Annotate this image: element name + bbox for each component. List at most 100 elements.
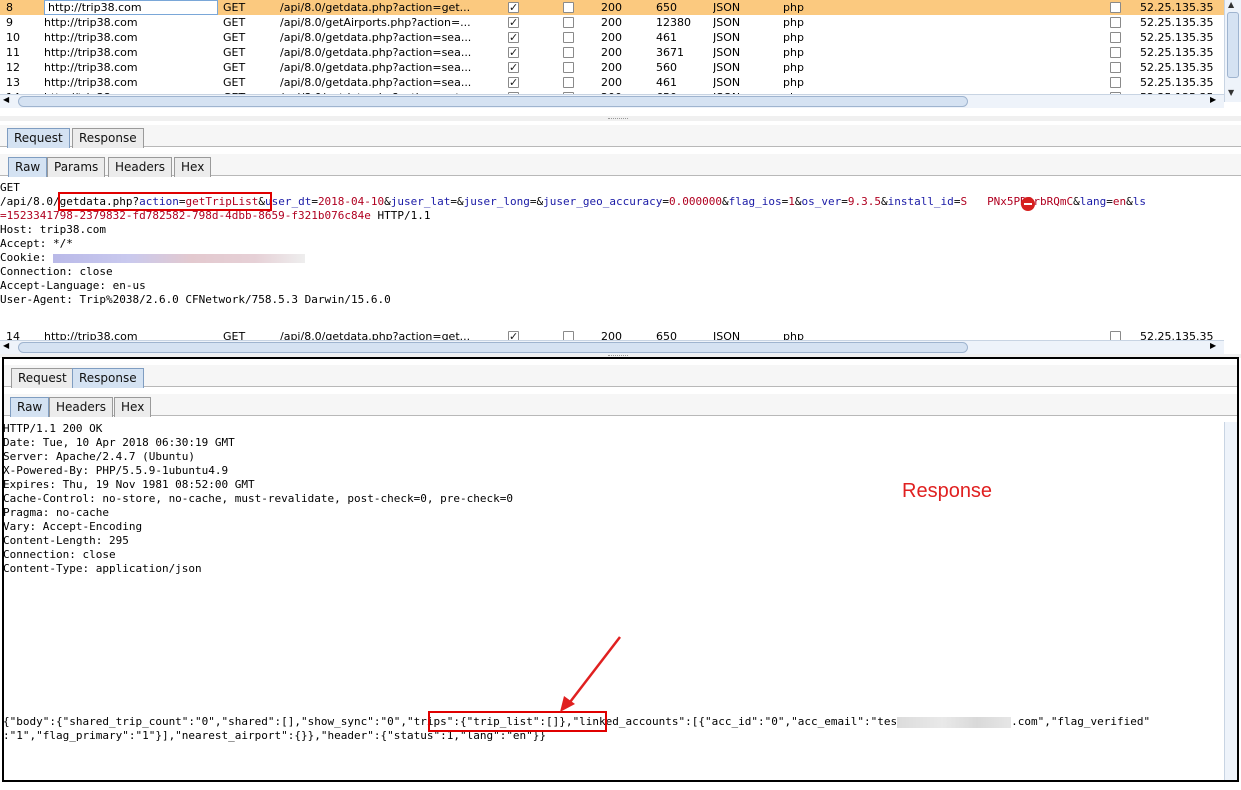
cookie-label: Cookie: xyxy=(0,251,53,264)
cell-mime: JSON xyxy=(713,61,741,74)
scroll-right-arrow-icon[interactable]: ▶ xyxy=(1210,95,1216,104)
edited-checkbox[interactable] xyxy=(563,47,574,58)
redacted-cookie-value xyxy=(52,253,305,263)
param-separator: & xyxy=(457,195,464,208)
cell-status: 200 xyxy=(601,76,622,89)
table-row[interactable]: 10 http://trip38.com GET/api/8.0/getdata.p… xyxy=(0,30,1224,45)
param-value-lang: en xyxy=(1112,195,1127,208)
url-path-prefix: /api/8.0/ xyxy=(0,195,60,208)
cell-length: 461 xyxy=(656,31,677,44)
cell-length: 560 xyxy=(656,61,677,74)
redaction-stop-icon xyxy=(1021,197,1035,211)
param-separator: & xyxy=(721,195,729,208)
cell-host: http://trip38.com xyxy=(44,16,138,29)
edited-checkbox[interactable] xyxy=(563,2,574,13)
param-value: 2018-04-10 xyxy=(317,195,385,208)
cell-url: /api/8.0/getAirports.php?action=... xyxy=(280,16,471,29)
table-row[interactable]: 9 http://trip38.com GET/api/8.0/getAirport… xyxy=(0,15,1224,30)
tab-raw[interactable]: Raw xyxy=(8,157,48,177)
comment-checkbox[interactable] xyxy=(1110,62,1121,73)
request-header: Accept: */* xyxy=(0,237,73,250)
request-raw-editor[interactable]: GET /api/8.0/getdata.php?action=getTripL… xyxy=(0,180,1241,330)
view-tabbar: Raw Params Headers Hex xyxy=(0,154,1241,177)
param-value: S xyxy=(960,195,968,208)
edited-checkbox[interactable] xyxy=(563,62,574,73)
comment-checkbox[interactable] xyxy=(1110,2,1121,13)
cell-mime: JSON xyxy=(713,16,741,29)
cell-ip: 52.25.135.35 xyxy=(1140,46,1214,59)
message-tabbar: Request Response xyxy=(0,125,1241,148)
history-table: 8 http://trip38.com GET/api/8.0/getdata.ph… xyxy=(0,0,1241,108)
cell-mime: JSON xyxy=(713,1,741,14)
scroll-down-arrow-icon[interactable]: ▼ xyxy=(1228,88,1234,97)
table-row[interactable]: 13 http://trip38.com GET/api/8.0/getdata.p… xyxy=(0,75,1224,90)
param-key: juser_lat xyxy=(390,195,451,208)
cell-status: 200 xyxy=(601,61,622,74)
horizontal-scrollbar-thumb[interactable] xyxy=(18,342,968,353)
cell-url: /api/8.0/getdata.php?action=sea... xyxy=(280,46,472,59)
cell-url: /api/8.0/getdata.php?action=sea... xyxy=(280,61,472,74)
highlight-box-trips xyxy=(428,711,607,732)
response-annotation-frame xyxy=(2,357,1239,782)
tab-request[interactable]: Request xyxy=(7,128,70,148)
params-checkbox[interactable] xyxy=(508,15,519,30)
cell-num: 9 xyxy=(6,16,13,29)
cell-url: /api/8.0/getdata.php?action=sea... xyxy=(280,31,472,44)
edited-checkbox[interactable] xyxy=(563,32,574,43)
tab-response[interactable]: Response xyxy=(72,128,144,148)
cell-ext: php xyxy=(783,16,804,29)
scroll-left-arrow-icon[interactable]: ◀ xyxy=(3,95,9,104)
history-horizontal-scrollbar[interactable]: ◀ ▶ xyxy=(0,94,1224,108)
params-checkbox[interactable] xyxy=(508,0,519,15)
param-key: install_id xyxy=(887,195,954,208)
request-header-cookie: Cookie: xyxy=(0,251,305,265)
param-key: juser_long xyxy=(463,195,530,208)
cell-ext: php xyxy=(783,61,804,74)
horizontal-scrollbar-thumb[interactable] xyxy=(18,96,968,107)
param-equals: = xyxy=(529,195,537,208)
param-value: 0.000000 xyxy=(668,195,722,208)
tab-params[interactable]: Params xyxy=(47,157,106,177)
cell-status: 200 xyxy=(601,46,622,59)
http-version: HTTP/1.1 xyxy=(370,209,431,222)
history-horizontal-scrollbar-copy[interactable]: ◀ ▶ xyxy=(0,340,1224,354)
cell-length: 3671 xyxy=(656,46,684,59)
highlight-box-action xyxy=(58,192,272,211)
response-annotation-label: Response xyxy=(902,480,993,502)
param-key-ls: ls xyxy=(1132,195,1147,208)
params-checkbox[interactable] xyxy=(508,30,519,45)
comment-checkbox[interactable] xyxy=(1110,77,1121,88)
tab-hex[interactable]: Hex xyxy=(174,157,212,177)
request-header: User-Agent: Trip%2038/2.6.0 CFNetwork/75… xyxy=(0,293,391,306)
params-checkbox[interactable] xyxy=(508,60,519,75)
table-row[interactable]: 11 http://trip38.com GET/api/8.0/getdata.p… xyxy=(0,45,1224,60)
cell-mime: JSON xyxy=(713,76,741,89)
cell-method: GET xyxy=(223,16,246,29)
comment-checkbox[interactable] xyxy=(1110,47,1121,58)
scroll-left-arrow-icon[interactable]: ◀ xyxy=(3,341,9,350)
splitter-grip-icon[interactable] xyxy=(608,118,628,120)
comment-checkbox[interactable] xyxy=(1110,32,1121,43)
url-params: &user_dt=2018-04-10&juser_lat=&juser_lon… xyxy=(258,195,967,208)
request-header: Host: trip38.com xyxy=(0,223,106,236)
cell-ip: 52.25.135.35 xyxy=(1140,61,1214,74)
params-checkbox[interactable] xyxy=(508,45,519,60)
params-checkbox[interactable] xyxy=(508,75,519,90)
cell-host: http://trip38.com xyxy=(44,46,138,59)
cell-method: GET xyxy=(223,61,246,74)
edited-checkbox[interactable] xyxy=(563,77,574,88)
splitter[interactable] xyxy=(0,116,1241,121)
edited-checkbox[interactable] xyxy=(563,17,574,28)
tab-headers[interactable]: Headers xyxy=(108,157,172,177)
scroll-up-arrow-icon[interactable]: ▲ xyxy=(1228,0,1234,9)
scrollbar-thumb[interactable] xyxy=(1227,12,1239,78)
cell-status: 200 xyxy=(601,1,622,14)
scroll-right-arrow-icon[interactable]: ▶ xyxy=(1210,341,1216,350)
cell-url: /api/8.0/getdata.php?action=get... xyxy=(280,1,471,14)
cell-length: 461 xyxy=(656,76,677,89)
table-row[interactable]: 12 http://trip38.com GET/api/8.0/getdata.p… xyxy=(0,60,1224,75)
comment-checkbox[interactable] xyxy=(1110,17,1121,28)
table-row[interactable]: 8 http://trip38.com GET/api/8.0/getdata.ph… xyxy=(0,0,1224,15)
history-vertical-scrollbar[interactable]: ▲ ▼ xyxy=(1224,0,1241,102)
param-equals: = xyxy=(311,195,318,208)
